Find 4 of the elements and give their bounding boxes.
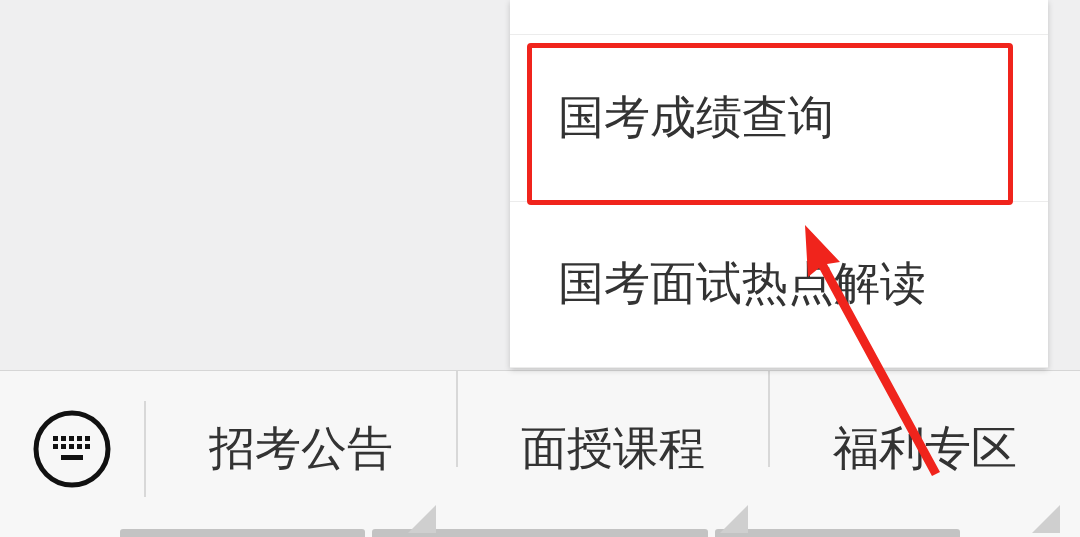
keyboard-icon (31, 408, 113, 490)
menu-item[interactable]: 国考成绩查询 (510, 35, 1048, 202)
menu-button[interactable]: 招考公告 (146, 401, 456, 535)
menu-button[interactable]: 面授课程 (458, 401, 768, 535)
